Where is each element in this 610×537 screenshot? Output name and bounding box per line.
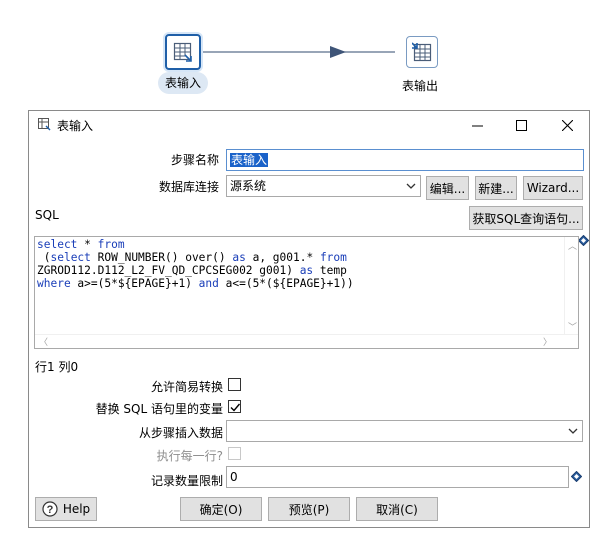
sql-line: select * from	[37, 238, 354, 251]
sql-token: temp	[313, 264, 347, 277]
minimize-icon	[471, 125, 483, 126]
step-name-input[interactable]: 表输入	[226, 149, 584, 171]
db-connection-select[interactable]: 源系统	[226, 175, 421, 197]
sql-keyword: and	[198, 277, 219, 290]
replace-variables-checkbox[interactable]	[228, 400, 241, 413]
scroll-up-icon[interactable]: ︿	[568, 239, 577, 252]
sql-token: (	[37, 251, 51, 264]
scroll-left-icon[interactable]: 〈	[39, 335, 48, 348]
execute-each-row-checkbox[interactable]	[228, 447, 241, 460]
sql-label: SQL	[35, 208, 59, 222]
cancel-button[interactable]: 取消(C)	[356, 497, 438, 521]
wizard-button[interactable]: Wizard...	[523, 176, 583, 200]
sql-keyword: select	[37, 238, 78, 251]
table-output-icon	[412, 42, 432, 62]
help-button-label: Help	[62, 502, 91, 516]
sql-token: a>=(5*${EPAGE}+1)	[70, 277, 199, 290]
new-connection-button[interactable]: 新建...	[475, 176, 517, 200]
help-icon: ?	[42, 501, 58, 517]
variable-indicator-icon	[578, 235, 589, 246]
table-input-step[interactable]	[165, 34, 201, 70]
minimize-button[interactable]	[459, 111, 495, 139]
table-input-step-label[interactable]: 表输入	[158, 72, 208, 94]
sql-keyword: as	[299, 264, 314, 277]
table-input-icon	[38, 118, 51, 131]
lazy-conversion-checkbox[interactable]	[228, 378, 241, 391]
sql-text[interactable]: select * from (select ROW_NUMBER() over(…	[37, 238, 354, 290]
sql-line: where a>=(5*${EPAGE}+1) and a<=(5*(${EPA…	[37, 277, 354, 290]
sql-token: *	[77, 238, 98, 251]
insert-from-step-label: 从步骤插入数据	[138, 426, 223, 440]
table-output-step[interactable]	[406, 36, 438, 68]
sql-line: (select ROW_NUMBER() over() as a, g001.*…	[37, 251, 354, 264]
edit-connection-button[interactable]: 编辑...	[426, 176, 469, 200]
sql-keyword: where	[37, 277, 71, 290]
hop-arrow[interactable]	[0, 0, 610, 110]
limit-input[interactable]: 0	[226, 466, 569, 488]
sql-token: ZGROD112.D112_L2_FV_QD_CPCSEG002 g001)	[37, 264, 300, 277]
execute-each-row-label: 执行每一行?	[156, 449, 223, 463]
ok-button[interactable]: 确定(O)	[180, 497, 262, 521]
insert-from-step-select[interactable]	[226, 420, 583, 442]
variable-indicator-icon	[571, 471, 582, 482]
step-name-value: 表输入	[230, 153, 269, 167]
replace-variables-label: 替换 SQL 语句里的变量	[95, 402, 223, 416]
horizontal-scrollbar[interactable]: 〈 〉	[35, 334, 578, 348]
sql-token: a<=(5*(${EPAGE}+1))	[218, 277, 354, 290]
close-icon	[561, 119, 573, 131]
svg-text:?: ?	[46, 504, 53, 516]
lazy-conversion-label: 允许简易转换	[150, 380, 223, 394]
step-name-label: 步骤名称	[170, 153, 219, 167]
sql-keyword: as	[232, 251, 246, 264]
chevron-down-icon	[406, 176, 416, 196]
get-sql-button[interactable]: 获取SQL查询语句...	[469, 206, 583, 230]
close-button[interactable]	[549, 111, 585, 139]
db-connection-value: 源系统	[230, 179, 267, 193]
cursor-position: 行1 列0	[35, 360, 79, 374]
scroll-right-icon[interactable]: 〉	[543, 335, 552, 348]
maximize-button[interactable]	[503, 111, 539, 139]
maximize-icon	[515, 119, 527, 131]
sql-keyword: from	[97, 238, 125, 251]
limit-label: 记录数量限制	[150, 474, 223, 488]
sql-line: ZGROD112.D112_L2_FV_QD_CPCSEG002 g001) a…	[37, 264, 354, 277]
db-connection-label: 数据库连接	[158, 180, 219, 194]
table-input-icon	[173, 42, 192, 62]
dialog-title: 表输入	[57, 119, 94, 133]
limit-value: 0	[230, 470, 238, 484]
chevron-down-icon	[568, 421, 578, 441]
sql-token: a, g001.*	[245, 251, 320, 264]
preview-button[interactable]: 预览(P)	[268, 497, 350, 521]
table-input-dialog: 表输入 步骤名称 表输入 数据库连接 源系统 编辑... 新建... Wizar…	[28, 110, 590, 528]
sql-editor[interactable]: select * from (select ROW_NUMBER() over(…	[34, 236, 579, 349]
vertical-scrollbar[interactable]: ︿ ﹀	[564, 237, 578, 334]
dialog-titlebar[interactable]: 表输入	[29, 111, 589, 139]
sql-token: ROW_NUMBER() over()	[90, 251, 233, 264]
sql-keyword: select	[50, 251, 91, 264]
checkmark-icon	[230, 403, 241, 412]
help-button[interactable]: ? Help	[35, 497, 97, 521]
table-output-step-label[interactable]: 表输出	[402, 77, 438, 94]
sql-keyword: from	[319, 251, 347, 264]
scroll-down-icon[interactable]: ﹀	[568, 320, 577, 333]
